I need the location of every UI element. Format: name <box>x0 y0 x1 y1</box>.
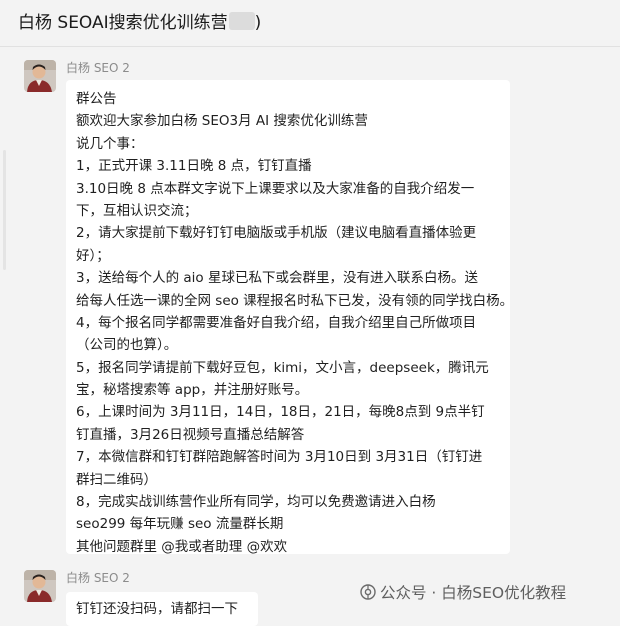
message-line: 给每人任选一课的全网 seo 课程报名时私下已发，没有领的同学找白杨。 <box>76 292 514 309</box>
message-line: 好）； <box>76 247 110 264</box>
chat-title-text: 白杨 SEOAI搜索优化训练营 <box>18 13 228 33</box>
message-line: 宝，秘塔搜索等 app，并注册好账号。 <box>76 382 309 399</box>
message-line: 群扫二维码） <box>76 471 157 488</box>
message-line: 额欢迎大家参加白杨 SEO3月 AI 搜索优化训练营 <box>76 113 368 130</box>
message-line: 钉钉还没扫码，请都扫一下 <box>76 601 238 617</box>
message-line: （公司的也算）。 <box>76 337 178 354</box>
message-line: 说几个事： <box>76 135 144 152</box>
message-line: 钉直播，3月26日视频号直播总结解答 <box>76 426 305 443</box>
sender-name: 白杨 SEO 2 <box>66 61 130 75</box>
message-line: 8，完成实战训练营作业所有同学，均可以免费邀请进入白杨 <box>76 494 436 511</box>
wechat-official-account-icon <box>360 584 376 600</box>
sender-name: 白杨 SEO 2 <box>66 571 130 585</box>
avatar[interactable] <box>24 60 56 92</box>
message-line: 5，报名同学请提前下载好豆包，kimi，文小言，deepseek，腾讯元 <box>76 359 489 376</box>
message-line: 6，上课时间为 3月11日，14日，18日，21日，每晚8点到 9点半钉 <box>76 404 485 421</box>
watermark-text: 公众号 · 白杨SEO优化教程 <box>380 584 567 602</box>
message-line: 1，正式开课 3.11日晚 8 点，钉钉直播 <box>76 158 312 175</box>
redacted-blur <box>228 12 255 30</box>
message-line: 其他问题群里 @我或者助理 @欢欢 <box>76 538 288 555</box>
message-line: 3，送给每个人的 aio 星球已私下或会群里，没有进入联系白杨。送 <box>76 270 478 287</box>
message-bubble[interactable]: 钉钉还没扫码，请都扫一下 <box>66 592 258 626</box>
message-line: 3.10日晚 8 点本群文字说下上课要求以及大家准备的自我介绍发一 <box>76 180 475 197</box>
message-line: 4，每个报名同学都需要准备好自我介绍，自我介绍里自己所做项目 <box>76 314 477 331</box>
avatar[interactable] <box>24 570 56 602</box>
chat-title-suffix: ) <box>254 13 262 33</box>
message-line: 7，本微信群和钉钉群陪跑解答时间为 3月10日到 3月31日（钉钉进 <box>76 449 483 466</box>
scrollbar[interactable] <box>3 150 6 270</box>
message-line: 2，请大家提前下载好钉钉电脑版或手机版（建议电脑看直播体验更 <box>76 225 477 242</box>
chat-title[interactable]: 白杨 SEOAI搜索优化训练营) <box>18 11 261 35</box>
chat-header: 白杨 SEOAI搜索优化训练营) <box>0 0 620 47</box>
message-line: 群公告 <box>76 91 117 107</box>
message-line: seo299 每年玩赚 seo 流量群长期 <box>76 516 284 533</box>
message-bubble-announcement[interactable]: 群公告 额欢迎大家参加白杨 SEO3月 AI 搜索优化训练营 说几个事： 1，正… <box>66 80 514 555</box>
message-line: 下，互相认识交流； <box>76 202 198 219</box>
watermark: 公众号 · 白杨SEO优化教程 <box>360 582 566 604</box>
